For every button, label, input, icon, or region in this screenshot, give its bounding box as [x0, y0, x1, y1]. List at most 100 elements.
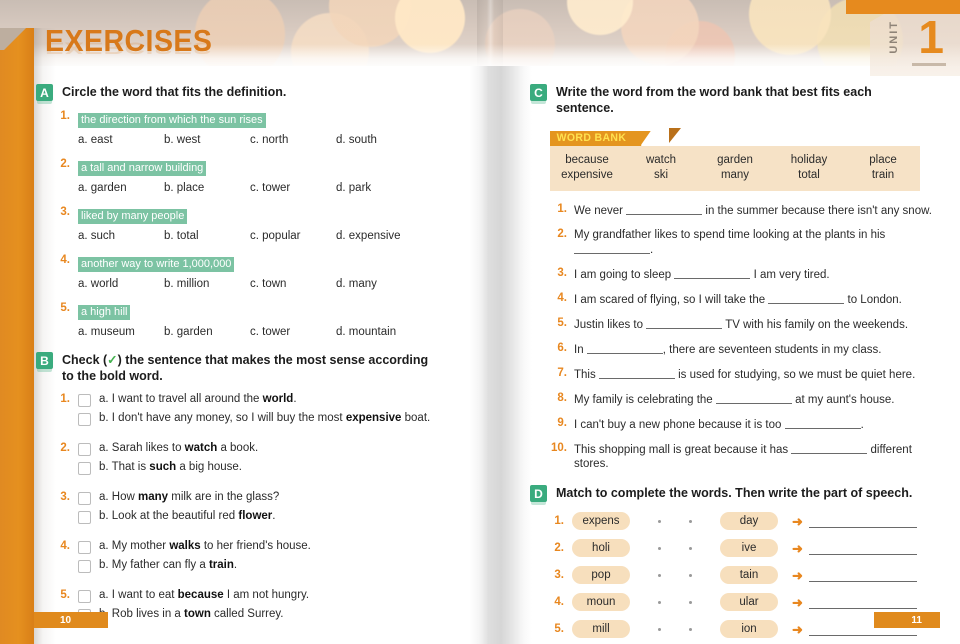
section-c-items: 1. We never in the summer because there i…	[530, 203, 948, 471]
match-dot-right[interactable]	[689, 600, 692, 604]
answer-option[interactable]: a. garden	[78, 182, 164, 194]
word-bank-word[interactable]: garden	[698, 153, 772, 168]
option-text[interactable]: b. I don't have any money, so I will buy…	[99, 411, 430, 425]
answer-option[interactable]: d. mountain	[336, 326, 422, 338]
part-of-speech-blank[interactable]	[808, 569, 917, 582]
answer-option[interactable]: c. tower	[250, 182, 336, 194]
option-text[interactable]: a. I want to travel all around the world…	[99, 392, 297, 406]
word-bank-word[interactable]: place	[846, 153, 920, 168]
question-number: 3.	[557, 267, 567, 279]
answer-option[interactable]: a. such	[78, 230, 164, 242]
word-bank-word[interactable]: expensive	[550, 168, 624, 183]
option-text[interactable]: b. That is such a big house.	[99, 460, 242, 474]
checkbox[interactable]	[78, 394, 91, 407]
answer-option[interactable]: b. total	[164, 230, 250, 242]
bold-target-word: such	[149, 461, 177, 473]
answer-option[interactable]: d. many	[336, 278, 422, 290]
answer-blank[interactable]	[715, 392, 792, 404]
word-part-right[interactable]: ive	[720, 539, 778, 557]
option-text[interactable]: a. How many milk are in the glass?	[99, 490, 279, 504]
answer-option[interactable]: d. south	[336, 134, 422, 146]
option-line: a. How many milk are in the glass?	[78, 490, 456, 505]
option-text[interactable]: b. My father can fly a train.	[99, 558, 237, 572]
match-dot-left[interactable]	[658, 519, 661, 523]
word-bank-word[interactable]: many	[698, 168, 772, 183]
answer-blank[interactable]	[626, 203, 703, 215]
answer-option[interactable]: c. tower	[250, 326, 336, 338]
answer-blank[interactable]	[768, 292, 845, 304]
option-text[interactable]: a. I want to eat because I am not hungry…	[99, 588, 309, 602]
sentence-prefix: My grandfather likes to spend time looki…	[574, 229, 886, 241]
sentence-row: 3. I am going to sleep I am very tired.	[550, 267, 948, 282]
answer-blank[interactable]	[574, 242, 650, 254]
word-bank-word[interactable]: train	[846, 168, 920, 183]
word-part-right[interactable]: tain	[720, 566, 778, 584]
word-part-left[interactable]: holi	[572, 539, 630, 557]
word-part-right[interactable]: day	[720, 512, 778, 530]
option-text[interactable]: a. Sarah likes to watch a book.	[99, 441, 258, 455]
answer-blank[interactable]	[646, 317, 723, 329]
word-part-right[interactable]: ular	[720, 593, 778, 611]
answer-option[interactable]: a. world	[78, 278, 164, 290]
answer-option[interactable]: c. north	[250, 134, 336, 146]
match-dot-right[interactable]	[689, 627, 692, 631]
answer-option[interactable]: d. park	[336, 182, 422, 194]
match-dot-right[interactable]	[689, 519, 692, 523]
match-dot-left[interactable]	[658, 600, 661, 604]
word-bank-word[interactable]: watch	[624, 153, 698, 168]
checkbox[interactable]	[78, 541, 91, 554]
option-lines: a. My mother walks to her friend's house…	[78, 539, 456, 577]
match-dot-right[interactable]	[689, 573, 692, 577]
answer-option[interactable]: b. west	[164, 134, 250, 146]
word-bank-word[interactable]: total	[772, 168, 846, 183]
word-part-left[interactable]: moun	[572, 593, 630, 611]
checkbox[interactable]	[78, 560, 91, 573]
option-text[interactable]: b. Look at the beautiful red flower.	[99, 509, 275, 523]
word-part-left[interactable]: pop	[572, 566, 630, 584]
word-part-right[interactable]: ion	[720, 620, 778, 638]
checkbox[interactable]	[78, 492, 91, 505]
checkbox[interactable]	[78, 462, 91, 475]
answer-blank[interactable]	[784, 417, 861, 429]
match-dot-right[interactable]	[689, 546, 692, 550]
match-dot-left[interactable]	[658, 627, 661, 631]
word-bank-word[interactable]: holiday	[772, 153, 846, 168]
definition-highlight: another way to write 1,000,000	[78, 257, 235, 272]
answer-blank[interactable]	[791, 442, 868, 454]
answer-option[interactable]: a. east	[78, 134, 164, 146]
checkbox[interactable]	[78, 413, 91, 426]
answer-option[interactable]: c. town	[250, 278, 336, 290]
word-part-left[interactable]: expens	[572, 512, 630, 530]
option-text-post: boat.	[401, 412, 431, 424]
checkbox[interactable]	[78, 590, 91, 603]
option-text[interactable]: a. My mother walks to her friend's house…	[99, 539, 311, 553]
word-bank-word[interactable]: because	[550, 153, 624, 168]
answer-blank[interactable]	[674, 267, 751, 279]
answer-option[interactable]: b. place	[164, 182, 250, 194]
answer-blank[interactable]	[598, 367, 675, 379]
match-dot-left[interactable]	[658, 546, 661, 550]
part-of-speech-blank[interactable]	[808, 596, 917, 609]
question-number: 5.	[557, 317, 567, 329]
answer-option[interactable]: d. expensive	[336, 230, 422, 242]
arrow-right-icon: ➜	[792, 513, 803, 529]
checkbox[interactable]	[78, 443, 91, 456]
answer-option[interactable]: a. museum	[78, 326, 164, 338]
answer-option[interactable]: c. popular	[250, 230, 336, 242]
part-of-speech-blank[interactable]	[808, 515, 917, 528]
match-dot-left[interactable]	[658, 573, 661, 577]
word-bank-word[interactable]: ski	[624, 168, 698, 183]
answer-option[interactable]: b. garden	[164, 326, 250, 338]
option-text[interactable]: b. Rob lives in a town called Surrey.	[99, 607, 284, 621]
sentence-prefix: My family is celebrating the	[574, 394, 716, 406]
question-number: 4.	[60, 254, 70, 266]
word-part-left[interactable]: mill	[572, 620, 630, 638]
answer-blank[interactable]	[586, 342, 663, 354]
question-row: 2. a. Sarah likes to watch a book. b. That…	[56, 441, 456, 479]
option-lines: a. Sarah likes to watch a book. b. That i…	[78, 441, 456, 479]
checkbox[interactable]	[78, 511, 91, 524]
option-line: b. Look at the beautiful red flower.	[78, 509, 456, 524]
part-of-speech-blank[interactable]	[808, 542, 917, 555]
sentence-text: My grandfather likes to spend time looki…	[574, 228, 948, 257]
answer-option[interactable]: b. million	[164, 278, 250, 290]
